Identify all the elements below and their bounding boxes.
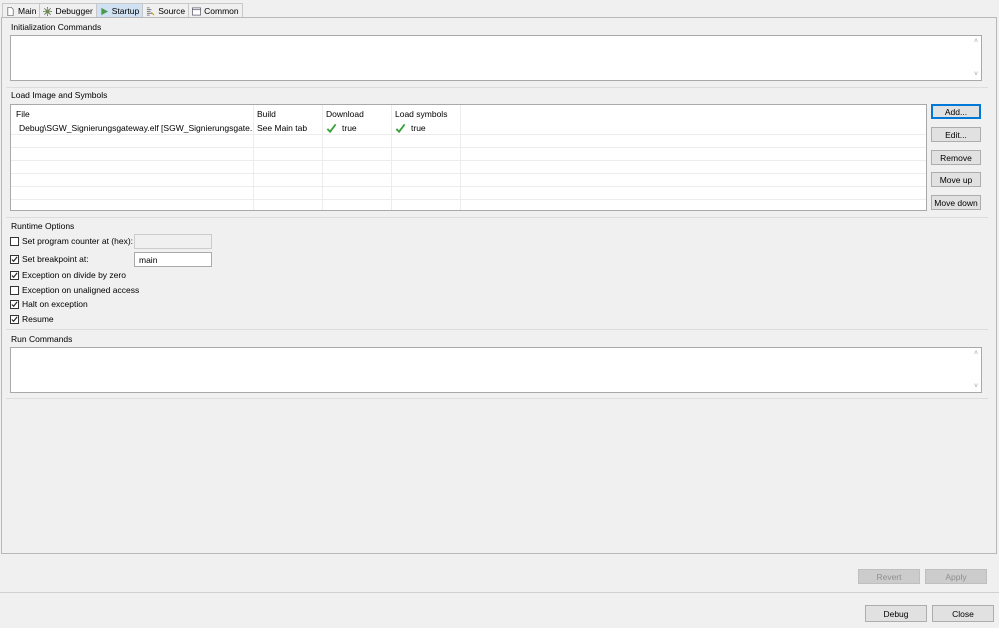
empty-row — [11, 161, 926, 174]
tab-label: Debugger — [55, 6, 93, 16]
common-icon — [192, 7, 202, 16]
scroll-down-icon[interactable]: ˅ — [974, 383, 978, 390]
edit-button[interactable]: Edit... — [931, 127, 981, 142]
divide-by-zero-option[interactable]: Exception on divide by zero — [10, 269, 126, 281]
document-icon — [6, 6, 15, 16]
init-commands-label: Initialization Commands — [11, 22, 102, 32]
revert-button[interactable]: Revert — [858, 569, 920, 584]
table-header: File Build Download Load symbols — [11, 107, 926, 120]
play-icon — [100, 7, 109, 16]
file-cell: Debug\SGW_Signierungsgateway.elf [SGW_Si… — [12, 122, 252, 134]
set-pc-label: Set program counter at (hex): — [22, 236, 134, 246]
runtime-options-label: Runtime Options — [11, 221, 75, 231]
tab-source[interactable]: Source — [142, 3, 190, 18]
load-symbols-cell: true — [391, 122, 460, 134]
tab-debugger[interactable]: Debugger — [39, 3, 97, 18]
empty-row — [11, 148, 926, 161]
tab-label: Main — [18, 6, 37, 16]
empty-row — [11, 174, 926, 187]
breakpoint-input[interactable]: main — [134, 252, 212, 267]
halt-on-exception-label: Halt on exception — [22, 299, 88, 309]
tab-label: Startup — [111, 6, 140, 16]
unaligned-access-option[interactable]: Exception on unaligned access — [10, 284, 139, 296]
tab-main[interactable]: Main — [2, 3, 41, 18]
debugger-icon — [43, 6, 53, 16]
resume-option[interactable]: Resume — [10, 313, 54, 325]
divider — [6, 217, 988, 218]
scroll-up-icon[interactable]: ˄ — [974, 350, 978, 357]
column-header-load-symbols[interactable]: Load symbols — [391, 107, 460, 120]
tab-common[interactable]: Common — [188, 3, 243, 18]
set-pc-option[interactable]: Set program counter at (hex): — [10, 235, 133, 247]
unaligned-access-checkbox[interactable] — [10, 285, 19, 295]
divider — [0, 592, 999, 593]
load-image-table[interactable]: File Build Download Load symbols Debug\S… — [10, 104, 927, 211]
set-pc-input[interactable] — [134, 234, 212, 249]
empty-row — [11, 200, 926, 210]
run-commands-label: Run Commands — [11, 334, 73, 344]
move-up-button[interactable]: Move up — [931, 172, 981, 187]
column-header-build[interactable]: Build — [253, 107, 322, 120]
load-symbols-value: true — [411, 123, 426, 133]
table-row[interactable]: Debug\SGW_Signierungsgateway.elf [SGW_Si… — [11, 122, 926, 135]
tab-label: Source — [158, 6, 186, 16]
divide-by-zero-label: Exception on divide by zero — [22, 270, 126, 280]
load-image-label: Load Image and Symbols — [11, 90, 108, 100]
close-button[interactable]: Close — [932, 605, 994, 622]
startup-panel — [1, 17, 997, 554]
empty-row — [11, 135, 926, 148]
column-header-file[interactable]: File — [12, 107, 252, 120]
move-down-button[interactable]: Move down — [931, 195, 981, 210]
checkmark-icon — [395, 123, 406, 133]
run-commands-textarea[interactable]: ˄ ˅ — [10, 347, 982, 393]
column-header-download[interactable]: Download — [322, 107, 391, 120]
divider — [6, 329, 988, 330]
init-commands-scrollbar[interactable]: ˄ ˅ — [971, 36, 981, 80]
set-pc-checkbox[interactable] — [10, 236, 19, 246]
tab-startup[interactable]: Startup — [95, 3, 144, 18]
apply-button[interactable]: Apply — [925, 569, 987, 584]
divider — [6, 87, 988, 88]
file-name: Debug\SGW_Signierungsgateway.elf [SGW_Si… — [19, 123, 252, 133]
add-button[interactable]: Add... — [931, 104, 981, 119]
download-value: true — [342, 123, 357, 133]
set-breakpoint-option[interactable]: Set breakpoint at: — [10, 253, 89, 265]
build-cell: See Main tab — [257, 123, 308, 133]
empty-row — [11, 187, 926, 200]
debug-button[interactable]: Debug — [865, 605, 927, 622]
tab-bar: Main Debugger Startup Source Common — [2, 3, 243, 18]
set-breakpoint-checkbox[interactable] — [10, 254, 19, 264]
resume-label: Resume — [22, 314, 54, 324]
halt-on-exception-checkbox[interactable] — [10, 299, 19, 309]
source-icon — [146, 6, 155, 16]
scroll-down-icon[interactable]: ˅ — [974, 71, 978, 78]
divide-by-zero-checkbox[interactable] — [10, 270, 19, 280]
divider — [6, 398, 988, 399]
download-cell: true — [322, 122, 391, 134]
init-commands-textarea[interactable]: ˄ ˅ — [10, 35, 982, 81]
remove-button[interactable]: Remove — [931, 150, 981, 165]
scroll-up-icon[interactable]: ˄ — [974, 38, 978, 45]
run-commands-scrollbar[interactable]: ˄ ˅ — [971, 348, 981, 392]
checkmark-icon — [326, 123, 337, 133]
halt-on-exception-option[interactable]: Halt on exception — [10, 298, 88, 310]
resume-checkbox[interactable] — [10, 314, 19, 324]
tab-label: Common — [204, 6, 239, 16]
unaligned-access-label: Exception on unaligned access — [22, 285, 140, 295]
set-breakpoint-label: Set breakpoint at: — [22, 254, 89, 264]
